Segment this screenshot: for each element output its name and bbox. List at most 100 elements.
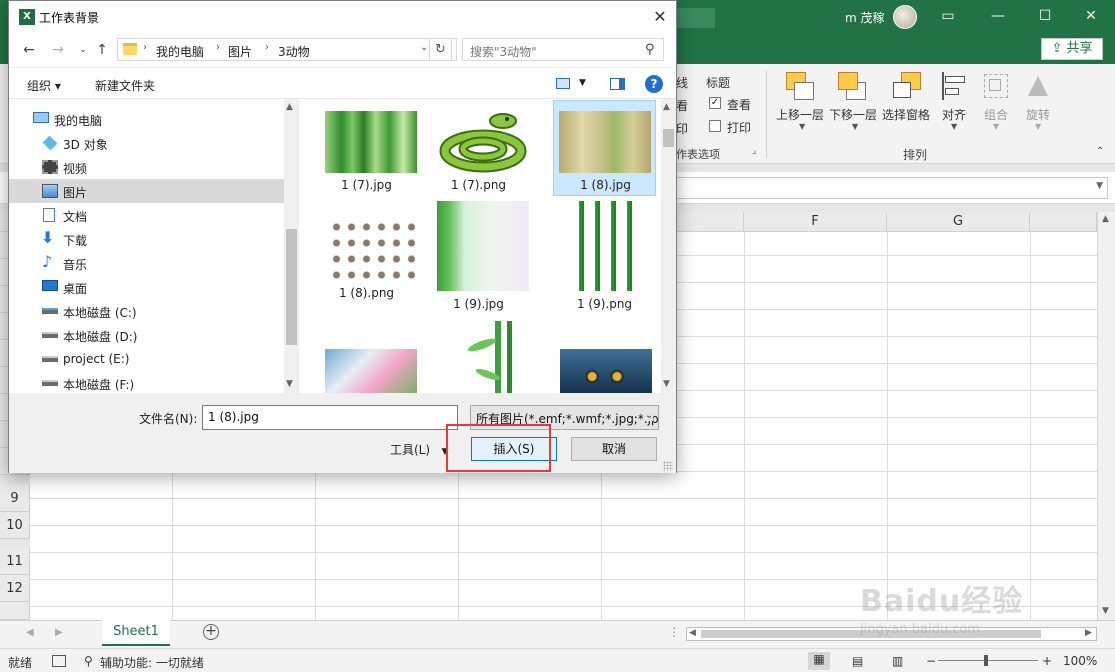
chevron-down-icon[interactable]: ▼ xyxy=(579,78,586,88)
file-name-input[interactable]: 1 (8).jpg ⌄ xyxy=(202,405,643,430)
avatar[interactable] xyxy=(893,5,917,29)
tree-item-drive-c[interactable]: 本地磁盘 (C:) xyxy=(9,299,284,323)
file-tile-selected[interactable]: 1 (8).jpg xyxy=(553,100,656,196)
up-arrow-icon[interactable]: ↑ xyxy=(93,41,111,59)
close-icon[interactable]: ✕ xyxy=(1083,8,1099,24)
organize-button[interactable]: 组织 ▾ xyxy=(27,77,61,94)
vertical-scrollbar[interactable]: ▲ ▼ xyxy=(1097,212,1115,620)
file-list-scroll-thumb[interactable] xyxy=(663,129,674,147)
share-button[interactable]: ⇪ 共享 xyxy=(1041,38,1103,60)
breadcrumb-pictures[interactable]: 图片 xyxy=(228,43,252,60)
column-header[interactable] xyxy=(1030,212,1097,232)
maximize-icon[interactable]: ☐ xyxy=(1037,8,1053,24)
row-header[interactable] xyxy=(0,602,30,620)
file-tile[interactable]: 1 (9).png xyxy=(553,201,656,311)
file-tile[interactable] xyxy=(553,327,656,393)
breadcrumb-animals[interactable]: 3动物 xyxy=(278,43,310,60)
bring-forward-button[interactable]: 上移一层 xyxy=(776,106,824,123)
view-checkbox[interactable]: ✓ xyxy=(709,97,721,109)
user-name[interactable]: m 茂稼 xyxy=(845,9,885,26)
chevron-right-icon[interactable]: › xyxy=(265,42,269,53)
cancel-button[interactable]: 取消 xyxy=(571,437,657,461)
ribbon-display-icon[interactable]: ▭ xyxy=(940,8,956,24)
scroll-right-icon[interactable]: ▶ xyxy=(1085,628,1092,638)
row-header-11[interactable]: 11 xyxy=(0,548,30,575)
search-icon[interactable]: ⚲ xyxy=(645,42,655,57)
scroll-down-icon[interactable]: ▼ xyxy=(663,379,670,389)
accessibility-status[interactable]: 辅助功能: 一切就绪 xyxy=(100,654,204,671)
scroll-up-icon[interactable]: ▲ xyxy=(286,102,293,112)
column-header-g[interactable]: G xyxy=(887,212,1030,232)
tab-split-handle[interactable]: ⋮ xyxy=(668,625,680,639)
scroll-up-icon[interactable]: ▲ xyxy=(1102,214,1109,224)
resize-grip[interactable] xyxy=(663,461,673,471)
file-list-scrollbar[interactable]: ▲ ▼ xyxy=(661,99,676,393)
preview-pane-icon[interactable] xyxy=(610,78,625,90)
tree-item-music[interactable]: ♪ 音乐 xyxy=(9,251,284,275)
align-button[interactable]: 对齐 xyxy=(942,106,966,123)
tools-button[interactable]: 工具(L) ▼ xyxy=(390,441,448,458)
tree-scrollbar[interactable]: ▲ ▼ xyxy=(284,99,299,393)
chevron-down-icon[interactable]: ⌄ xyxy=(420,42,428,53)
zoom-slider-thumb[interactable] xyxy=(984,655,988,666)
send-backward-icon[interactable] xyxy=(838,72,868,102)
tree-item-videos[interactable]: 视频 xyxy=(9,155,284,179)
group-icon[interactable] xyxy=(982,72,1012,102)
chevron-down-icon[interactable]: ▼ xyxy=(1096,181,1103,191)
chevron-right-icon[interactable]: › xyxy=(216,42,220,53)
tree-item-my-computer[interactable]: 我的电脑 xyxy=(9,107,284,131)
formula-input[interactable]: ▼ xyxy=(676,177,1108,199)
bring-forward-icon[interactable] xyxy=(786,72,816,102)
normal-view-icon[interactable]: ▦ xyxy=(808,652,830,670)
print-checkbox[interactable] xyxy=(709,120,721,132)
scroll-down-icon[interactable]: ▼ xyxy=(1102,606,1109,616)
scroll-left-icon[interactable]: ◀ xyxy=(689,628,696,638)
selection-pane-icon[interactable] xyxy=(893,72,923,102)
collapse-ribbon-icon[interactable]: ⌃ xyxy=(1096,146,1104,157)
dialog-launcher-icon[interactable]: ⌟ xyxy=(752,146,756,156)
refresh-icon[interactable]: ↻ xyxy=(429,38,452,61)
help-icon[interactable]: ? xyxy=(645,75,663,93)
align-icon[interactable] xyxy=(940,72,970,102)
selection-pane-button[interactable]: 选择窗格 xyxy=(882,106,930,123)
tab-sheet1[interactable]: Sheet1 xyxy=(102,620,170,646)
chevron-down-icon[interactable]: ⌄ xyxy=(643,410,654,421)
column-header-f[interactable]: F xyxy=(744,212,887,232)
scroll-down-icon[interactable]: ▼ xyxy=(286,379,293,389)
tree-item-3d-objects[interactable]: 3D 对象 xyxy=(9,131,284,155)
rotate-icon[interactable] xyxy=(1024,72,1054,102)
back-arrow-icon[interactable]: ← xyxy=(20,41,38,59)
page-layout-icon[interactable]: ▤ xyxy=(852,654,863,668)
tree-item-downloads[interactable]: ⬇ 下载 xyxy=(9,227,284,251)
accessibility-icon[interactable]: ⚲ xyxy=(84,654,93,668)
macro-record-icon[interactable] xyxy=(52,655,66,667)
file-tile[interactable] xyxy=(427,321,530,393)
rotate-button[interactable]: 旋转 xyxy=(1026,106,1050,123)
file-tile[interactable]: 1 (9).jpg xyxy=(427,201,530,311)
page-break-icon[interactable]: ▥ xyxy=(892,654,903,668)
row-header-9[interactable]: 9 xyxy=(0,485,30,512)
change-view-icon[interactable] xyxy=(556,78,570,89)
scroll-up-icon[interactable]: ▲ xyxy=(663,102,670,112)
zoom-in-icon[interactable]: + xyxy=(1042,654,1052,668)
forward-arrow-icon[interactable]: → xyxy=(49,41,67,59)
prev-sheet-icon[interactable]: ◀ xyxy=(26,627,34,638)
zoom-out-icon[interactable]: − xyxy=(926,654,936,668)
tree-item-desktop[interactable]: 桌面 xyxy=(9,275,284,299)
new-folder-button[interactable]: 新建文件夹 xyxy=(95,77,155,94)
tree-item-pictures[interactable]: 图片 xyxy=(9,179,284,203)
minimize-icon[interactable]: — xyxy=(990,8,1006,24)
file-tile[interactable]: 1 (7).jpg xyxy=(315,101,418,197)
next-sheet-icon[interactable]: ▶ xyxy=(55,627,63,638)
row-header-10[interactable]: 10 xyxy=(0,512,30,539)
tree-item-drive-f[interactable]: 本地磁盘 (F:) xyxy=(9,371,284,393)
zoom-slider[interactable] xyxy=(938,660,1038,661)
tree-item-drive-d[interactable]: 本地磁盘 (D:) xyxy=(9,323,284,347)
search-input[interactable]: 搜索"3动物" ⚲ xyxy=(462,38,664,61)
recent-locations-icon[interactable]: ⌄ xyxy=(74,41,92,59)
zoom-level[interactable]: 100% xyxy=(1063,654,1097,668)
address-bar[interactable]: › 我的电脑 › 图片 › 3动物 ⌄ xyxy=(117,38,457,61)
tree-item-documents[interactable]: 文档 xyxy=(9,203,284,227)
tree-item-drive-e[interactable]: project (E:) xyxy=(9,347,284,371)
breadcrumb-my-computer[interactable]: 我的电脑 xyxy=(156,43,204,60)
